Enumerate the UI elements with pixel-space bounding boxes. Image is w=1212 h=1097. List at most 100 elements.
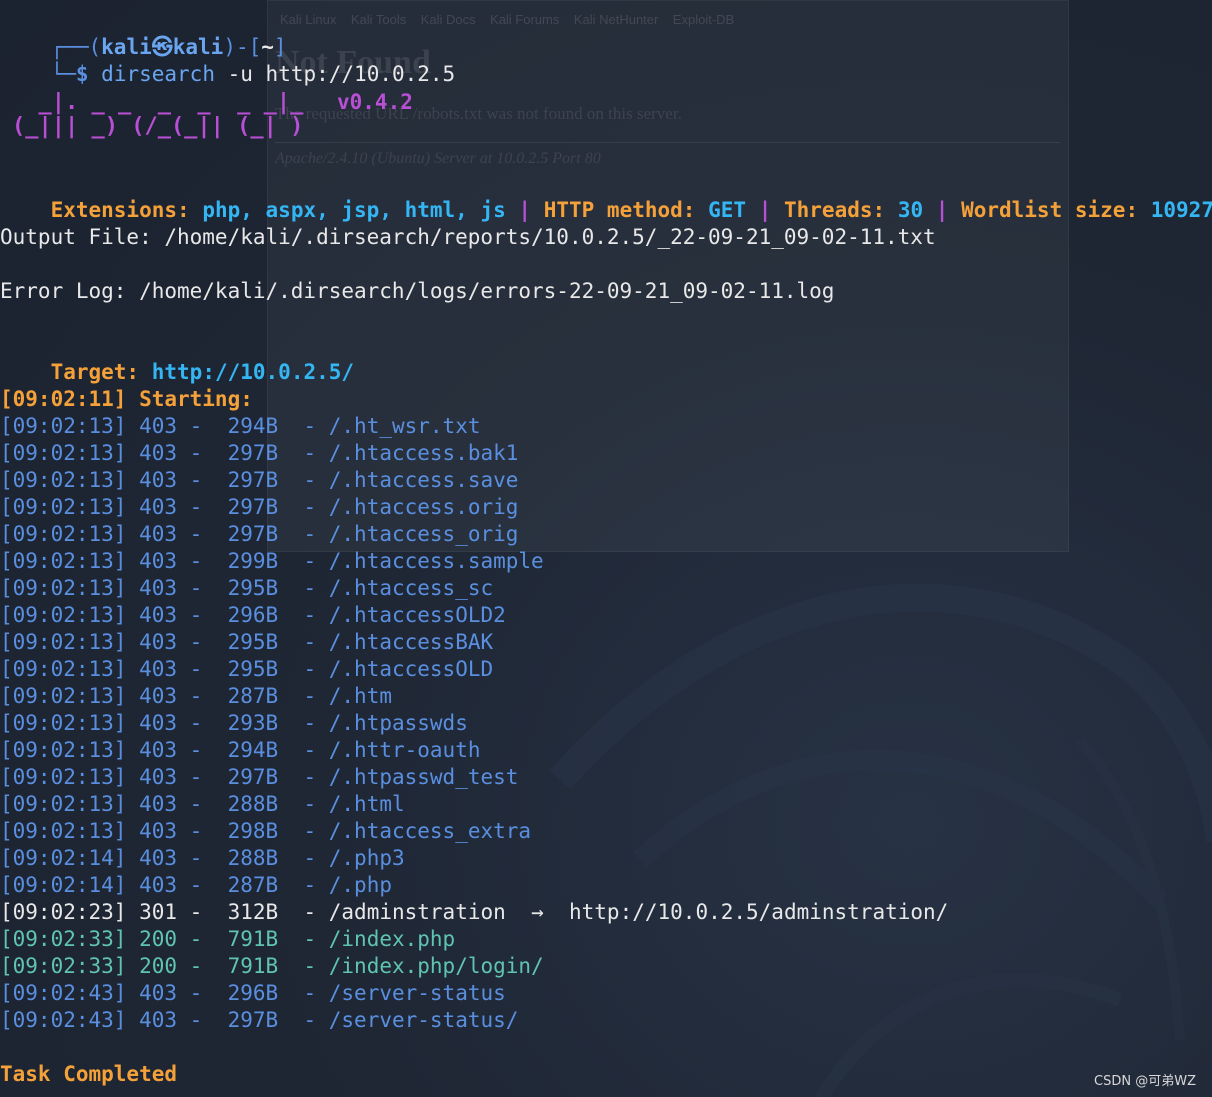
- result-row: [09:02:13] 403 - 295B - /.htaccess_sc: [0, 575, 493, 602]
- result-dash: -: [278, 576, 329, 600]
- result-status-code: 403: [139, 414, 178, 438]
- result-status-code: 403: [139, 846, 178, 870]
- separator-2: |: [758, 198, 772, 222]
- result-row: [09:02:13] 403 - 294B - /.ht_wsr.txt: [0, 413, 480, 440]
- command-name: dirsearch: [101, 62, 215, 86]
- result-dash: -: [177, 468, 228, 492]
- target-label: Target:: [50, 360, 140, 384]
- result-dash: -: [278, 684, 329, 708]
- result-dash: -: [278, 765, 329, 789]
- result-path: /.htaccessBAK: [328, 630, 494, 654]
- result-time: [09:02:13]: [0, 738, 127, 762]
- prompt-line-1: ┌──(kali㉿kali)-[~]: [0, 7, 287, 59]
- wordlist-label: Wordlist size:: [961, 198, 1139, 222]
- result-dash: -: [177, 630, 228, 654]
- result-path: /.htpasswds: [328, 711, 468, 735]
- result-dash: -: [278, 630, 329, 654]
- result-row: [09:02:13] 403 - 298B - /.htaccess_extra: [0, 818, 531, 845]
- output-file-line: Output File: /home/kali/.dirsearch/repor…: [0, 225, 936, 249]
- result-dash: -: [177, 738, 228, 762]
- result-dash: -: [278, 468, 329, 492]
- result-status-code: 403: [139, 981, 178, 1005]
- result-status-code: 403: [139, 522, 178, 546]
- result-dash: -: [177, 441, 228, 465]
- result-dash: -: [278, 414, 329, 438]
- target-line: Target: http://10.0.2.5/: [0, 332, 354, 384]
- result-size: 288B: [227, 792, 279, 816]
- result-size: 791B: [227, 927, 279, 951]
- result-size: 294B: [227, 414, 279, 438]
- result-path: /.htm: [328, 684, 392, 708]
- target-url: http://10.0.2.5/: [151, 360, 355, 384]
- result-time: [09:02:14]: [0, 846, 127, 870]
- result-size: 299B: [227, 549, 279, 573]
- separator-1: |: [518, 198, 532, 222]
- result-path: /server-status: [328, 981, 506, 1005]
- result-row: [09:02:13] 403 - 297B - /.htaccess.save: [0, 467, 518, 494]
- background-page-address: Apache/2.4.10 (Ubuntu) Server at 10.0.2.…: [275, 150, 601, 167]
- result-dash: -: [278, 819, 329, 843]
- result-time: [09:02:13]: [0, 549, 127, 573]
- result-row: [09:02:13] 403 - 288B - /.html: [0, 791, 405, 818]
- result-status-code: 403: [139, 441, 178, 465]
- result-row: [09:02:33] 200 - 791B - /index.php: [0, 926, 455, 953]
- result-status-code: 403: [139, 792, 178, 816]
- result-time: [09:02:13]: [0, 657, 127, 681]
- result-time: [09:02:33]: [0, 954, 127, 978]
- result-dash: -: [177, 1008, 228, 1032]
- result-time: [09:02:13]: [0, 495, 127, 519]
- result-path: /server-status/: [328, 1008, 519, 1032]
- result-dash: -: [177, 414, 228, 438]
- result-dash: -: [278, 657, 329, 681]
- result-row: [09:02:13] 403 - 297B - /.htaccess_orig: [0, 521, 518, 548]
- result-row: [09:02:14] 403 - 288B - /.php3: [0, 845, 405, 872]
- terminal-window[interactable]: Kali Linux Kali Tools Kali Docs Kali For…: [0, 0, 1212, 1097]
- wordlist-value: 10927: [1150, 198, 1212, 222]
- result-path: /index.php: [328, 927, 456, 951]
- result-size: 791B: [227, 954, 279, 978]
- command-args: -u http://10.0.2.5: [227, 62, 456, 86]
- result-dash: -: [177, 603, 228, 627]
- result-time: [09:02:13]: [0, 684, 127, 708]
- error-log-line: Error Log: /home/kali/.dirsearch/logs/er…: [0, 279, 835, 303]
- result-size: 297B: [227, 441, 279, 465]
- result-dash: -: [278, 495, 329, 519]
- result-status-code: 403: [139, 468, 178, 492]
- result-size: 312B: [227, 900, 279, 924]
- result-path: /.htaccess.bak1: [328, 441, 519, 465]
- result-dash: -: [177, 549, 228, 573]
- result-time: [09:02:13]: [0, 792, 127, 816]
- result-path: /.htaccess.orig: [328, 495, 519, 519]
- result-row: [09:02:13] 403 - 294B - /.httr-oauth: [0, 737, 480, 764]
- banner-art-top: _|. _ _ _ _ _ _|_: [12, 90, 304, 115]
- result-dash: -: [278, 603, 329, 627]
- result-status-code: 200: [139, 927, 178, 951]
- result-path: /.httr-oauth: [328, 738, 481, 762]
- result-status-code: 403: [139, 873, 178, 897]
- result-dash: -: [278, 522, 329, 546]
- result-time: [09:02:33]: [0, 927, 127, 951]
- result-path: /.htaccess_orig: [328, 522, 519, 546]
- config-line: Extensions: php, aspx, jsp, html, js | H…: [0, 170, 1212, 222]
- result-size: 293B: [227, 711, 279, 735]
- result-status-code: 403: [139, 711, 178, 735]
- result-size: 295B: [227, 657, 279, 681]
- method-label: HTTP method:: [543, 198, 696, 222]
- result-size: 297B: [227, 765, 279, 789]
- result-row: [09:02:43] 403 - 297B - /server-status/: [0, 1007, 518, 1034]
- result-size: 297B: [227, 1008, 279, 1032]
- result-dash: -: [278, 900, 329, 924]
- prompt-line-2[interactable]: └─$ dirsearch -u http://10.0.2.5: [0, 34, 456, 86]
- result-size: 287B: [227, 684, 279, 708]
- result-time: [09:02:13]: [0, 414, 127, 438]
- result-status-code: 403: [139, 630, 178, 654]
- result-time: [09:02:13]: [0, 819, 127, 843]
- result-dash: -: [177, 711, 228, 735]
- extensions-value: php, aspx, jsp, html, js: [202, 198, 506, 222]
- result-path: /.html: [328, 792, 405, 816]
- result-row: [09:02:33] 200 - 791B - /index.php/login…: [0, 953, 544, 980]
- result-row: [09:02:23] 301 - 312B - /adminstration →…: [0, 899, 948, 926]
- result-size: 295B: [227, 576, 279, 600]
- result-size: 296B: [227, 981, 279, 1005]
- result-time: [09:02:43]: [0, 981, 127, 1005]
